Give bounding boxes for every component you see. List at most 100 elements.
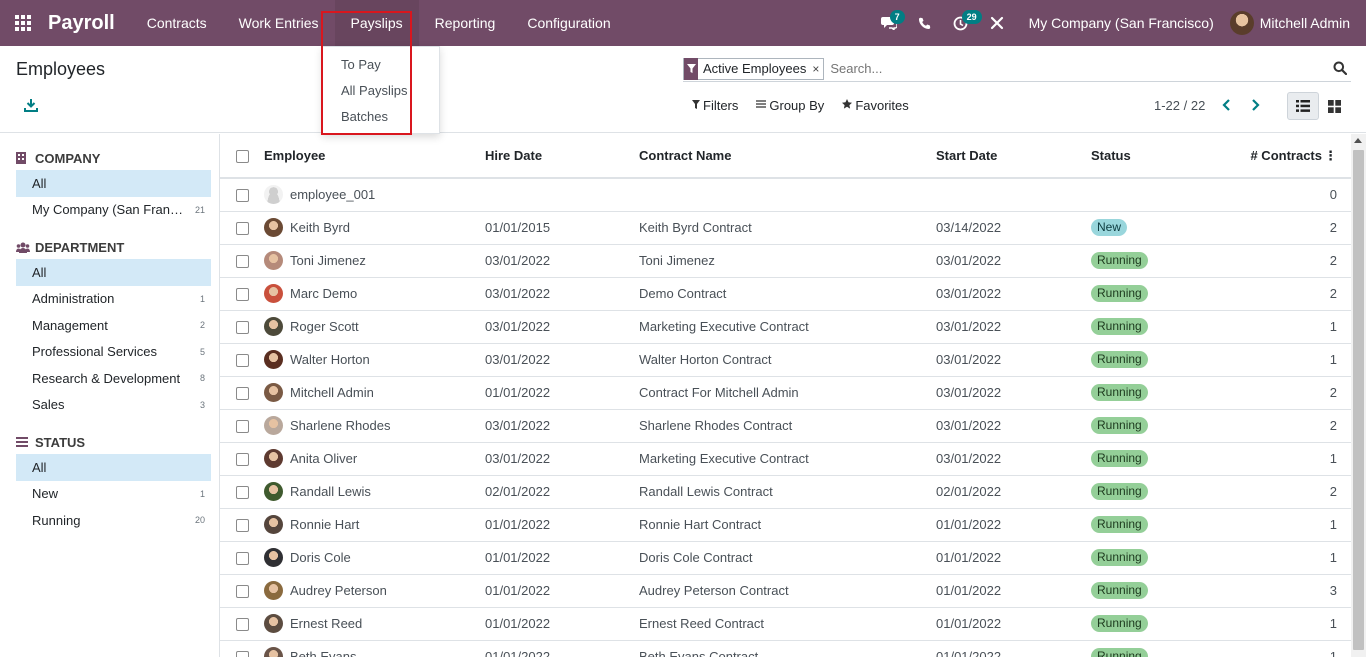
column-header-contract-name[interactable]: Contract Name (639, 134, 936, 179)
cell-hire-date: 01/01/2022 (485, 640, 639, 657)
row-checkbox[interactable] (236, 453, 249, 467)
row-checkbox[interactable] (236, 321, 249, 335)
scrollbar-thumb[interactable] (1353, 150, 1364, 650)
table-row[interactable]: Keith Byrd 01/01/2015 Keith Byrd Contract 0… (220, 211, 1351, 245)
menu-contracts[interactable]: Contracts (131, 0, 223, 46)
pager-previous-icon[interactable] (1219, 96, 1235, 114)
download-icon[interactable] (24, 98, 40, 114)
cell-status: Running (1091, 541, 1241, 575)
sidebar-item-department-administration[interactable]: Administration 1 (16, 286, 211, 313)
table-row[interactable]: Ronnie Hart 01/01/2022 Ronnie Hart Contrac… (220, 508, 1351, 542)
sidebar-item-department-professional-services[interactable]: Professional Services 5 (16, 339, 211, 366)
phone-icon[interactable] (907, 0, 943, 46)
kanban-view-button[interactable] (1320, 92, 1348, 120)
row-checkbox[interactable] (236, 420, 249, 434)
employee-avatar (264, 284, 283, 303)
select-all-checkbox[interactable] (236, 150, 249, 164)
row-checkbox[interactable] (236, 651, 249, 657)
table-row[interactable]: Marc Demo 03/01/2022 Demo Contract 03/01/20… (220, 277, 1351, 311)
sidebar-item-department-sales[interactable]: Sales 3 (16, 392, 211, 419)
table-row[interactable]: Walter Horton 03/01/2022 Walter Horton Con… (220, 343, 1351, 377)
filters-button[interactable]: Filters (692, 98, 738, 113)
table-row[interactable]: Doris Cole 01/01/2022 Doris Cole Contract 0… (220, 541, 1351, 575)
menu-configuration[interactable]: Configuration (511, 0, 626, 46)
row-checkbox[interactable] (236, 288, 249, 302)
optional-columns-icon[interactable]: ⋮ (1324, 148, 1337, 164)
group-by-button[interactable]: Group By (756, 98, 824, 113)
employee-cell: Doris Cole (264, 548, 485, 567)
table-row[interactable]: employee_001 0 (220, 178, 1351, 212)
employee-avatar (264, 251, 283, 270)
sidebar-item-status-all[interactable]: All (16, 454, 211, 481)
section-title-company: COMPANY (35, 150, 101, 166)
list-view-button[interactable] (1287, 92, 1319, 120)
cell-employee: Sharlene Rhodes (264, 409, 485, 443)
dropdown-item-batches[interactable]: Batches (323, 105, 439, 131)
apps-menu-icon[interactable] (0, 0, 46, 46)
cell-hire-date: 03/01/2022 (485, 244, 639, 278)
pager-value[interactable]: 1-22 / 22 (1154, 98, 1205, 113)
table-row[interactable]: Roger Scott 03/01/2022 Marketing Executive… (220, 310, 1351, 344)
debug-tools-icon[interactable] (979, 0, 1015, 46)
table-row[interactable]: Randall Lewis 02/01/2022 Randall Lewis Con… (220, 475, 1351, 509)
row-checkbox[interactable] (236, 486, 249, 500)
table-row[interactable]: Ernest Reed 01/01/2022 Ernest Reed Contrac… (220, 607, 1351, 641)
user-avatar (1229, 11, 1254, 35)
column-header-start-date[interactable]: Start Date (936, 134, 1091, 179)
pager-next-icon[interactable] (1247, 96, 1263, 114)
user-menu[interactable]: Mitchell Admin (1229, 11, 1366, 35)
messages-icon[interactable]: 7 (871, 0, 907, 46)
menu-work-entries[interactable]: Work Entries (223, 0, 335, 46)
employee-cell: Ernest Reed (264, 614, 485, 633)
sidebar-item-company-all[interactable]: All (16, 170, 211, 197)
status-badge: Running (1091, 450, 1148, 467)
row-checkbox[interactable] (236, 519, 249, 533)
row-checkbox[interactable] (236, 354, 249, 368)
table-row[interactable]: Beth Evans 01/01/2022 Beth Evans Contract 0… (220, 640, 1351, 657)
app-brand[interactable]: Payroll (48, 12, 115, 35)
row-checkbox[interactable] (236, 255, 249, 269)
table-row[interactable]: Anita Oliver 03/01/2022 Marketing Executiv… (220, 442, 1351, 476)
sidebar-item-status-running[interactable]: Running 20 (16, 507, 211, 534)
column-header-contracts-count[interactable]: # Contracts ⋮ (1241, 134, 1351, 179)
cell-status: Running (1091, 409, 1241, 443)
sidebar-item-count: 8 (199, 373, 205, 384)
row-checkbox[interactable] (236, 552, 249, 566)
activities-clock-icon[interactable]: 29 (943, 0, 982, 46)
vertical-scrollbar[interactable] (1351, 134, 1366, 657)
dropdown-item-to-pay[interactable]: To Pay (323, 53, 439, 79)
column-header-employee[interactable]: Employee (264, 134, 485, 179)
table-row[interactable]: Mitchell Admin 01/01/2022 Contract For Mit… (220, 376, 1351, 410)
search-input[interactable] (830, 61, 1333, 76)
column-header-hire-date[interactable]: Hire Date (485, 134, 639, 179)
sidebar-item-company-my-company[interactable]: My Company (San Franci… 21 (16, 197, 211, 224)
row-checkbox[interactable] (236, 189, 249, 203)
row-checkbox[interactable] (236, 222, 249, 236)
column-header-status[interactable]: Status (1091, 134, 1241, 179)
row-checkbox[interactable] (236, 387, 249, 401)
facet-remove-icon[interactable]: × (812, 62, 823, 76)
status-list-icon (16, 435, 30, 449)
sidebar-item-department-research-development[interactable]: Research & Development 8 (16, 365, 211, 392)
employee-cell: employee_001 (264, 185, 485, 205)
menu-payslips[interactable]: Payslips (334, 0, 419, 46)
sidebar-item-department-all[interactable]: All (16, 259, 211, 286)
sidebar-item-department-management[interactable]: Management 2 (16, 312, 211, 339)
search-icon[interactable] (1333, 61, 1349, 77)
employee-cell: Toni Jimenez (264, 251, 485, 270)
row-checkbox[interactable] (236, 618, 249, 632)
row-checkbox[interactable] (236, 585, 249, 599)
table-row[interactable]: Toni Jimenez 03/01/2022 Toni Jimenez 03/01/… (220, 244, 1351, 278)
table-row[interactable]: Audrey Peterson 01/01/2022 Audrey Peterson… (220, 574, 1351, 608)
favorites-button[interactable]: Favorites (842, 98, 909, 113)
cell-hire-date: 01/01/2022 (485, 574, 639, 608)
scroll-up-arrow-icon[interactable] (1354, 138, 1362, 143)
menu-reporting[interactable]: Reporting (419, 0, 512, 46)
company-switcher[interactable]: My Company (San Francisco) (1015, 15, 1230, 31)
cell-contract-name: Demo Contract (639, 277, 936, 311)
cell-contracts-count: 3 (1241, 574, 1351, 608)
dropdown-item-all-payslips[interactable]: All Payslips (323, 79, 439, 105)
employee-avatar (264, 647, 283, 657)
table-row[interactable]: Sharlene Rhodes 03/01/2022 Sharlene Rhodes… (220, 409, 1351, 443)
sidebar-item-status-new[interactable]: New 1 (16, 481, 211, 508)
